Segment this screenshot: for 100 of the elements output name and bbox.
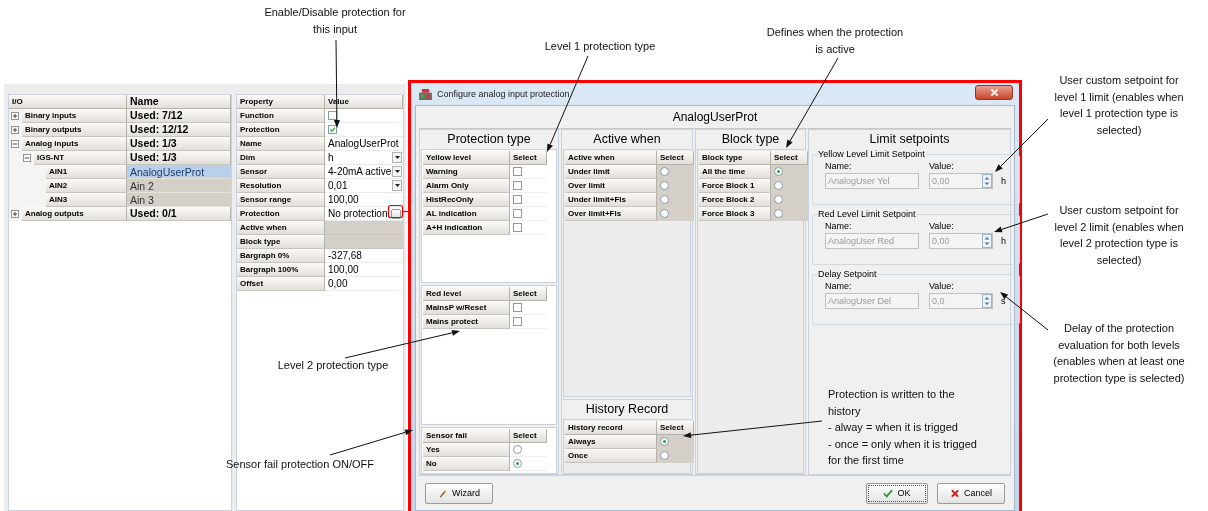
annotation-text: Protection is written to the history - alway = when it is trigged - once = only when it is trigged for the first time	[828, 387, 978, 468]
ok-button[interactable]: OK	[866, 482, 928, 504]
field-label: Value:	[929, 281, 955, 291]
checkbox[interactable]	[513, 223, 522, 232]
field-label: Name:	[825, 161, 853, 171]
tree-item[interactable]: Binary inputs	[22, 109, 127, 123]
radio-button[interactable]	[660, 437, 669, 446]
property-value[interactable]: AnalogUserProt	[325, 137, 403, 151]
radio-button[interactable]	[774, 167, 783, 176]
spin-arrows-icon[interactable]	[982, 234, 992, 248]
tree-item[interactable]: AIN1	[46, 165, 127, 179]
annotation-text: Enable/Disable protection for this input	[263, 5, 407, 37]
wand-icon	[438, 488, 448, 498]
spin-arrows-icon[interactable]	[982, 294, 992, 308]
annotation-text: Sensor fail protection ON/OFF	[225, 457, 375, 472]
radio-button[interactable]	[774, 209, 783, 218]
close-icon	[989, 88, 999, 97]
annotation-text: User custom setpoint for level 2 limit (enables when level 2 protection type is selected)	[1053, 203, 1185, 268]
checkbox[interactable]	[513, 195, 522, 204]
option-label: Force Block 3	[699, 207, 771, 221]
option-label: A+H indication	[423, 221, 510, 235]
property-label: Resolution	[237, 179, 325, 193]
checkbox[interactable]	[513, 303, 522, 312]
radio-button[interactable]	[660, 209, 669, 218]
checkbox[interactable]	[513, 317, 522, 326]
collapse-icon[interactable]	[23, 154, 31, 162]
radio-button[interactable]	[660, 181, 669, 190]
tree-item[interactable]: Analog inputs	[22, 137, 127, 151]
checkbox[interactable]	[328, 125, 337, 134]
radio-button[interactable]	[774, 195, 783, 204]
tree-item[interactable]: Analog outputs	[22, 207, 127, 221]
option-label: Yes	[423, 443, 510, 457]
caret-icon	[394, 156, 400, 159]
radio-button[interactable]	[513, 459, 522, 468]
option-label: Once	[565, 449, 657, 463]
column-header[interactable]: Name	[127, 95, 231, 109]
tree-item[interactable]: Binary outputs	[22, 123, 127, 137]
property-label: Block type	[237, 235, 325, 249]
table-cell[interactable]: Ain 2	[127, 179, 231, 193]
checkbox[interactable]	[328, 111, 337, 120]
table-cell: Used: 12/12	[127, 123, 231, 137]
dropdown-field[interactable]: 0,01	[325, 179, 403, 193]
caret-icon	[394, 170, 400, 173]
radio-button[interactable]	[660, 451, 669, 460]
column-header[interactable]: I/O	[9, 95, 127, 109]
property-label: Dim	[237, 151, 325, 165]
property-label: Sensor	[237, 165, 325, 179]
column-header: History record	[565, 421, 657, 435]
tree-item[interactable]: IGS-NT	[34, 151, 127, 165]
option-label: HistRecOnly	[423, 193, 510, 207]
column-header: Yellow level	[423, 151, 510, 165]
column-header[interactable]: Property	[237, 95, 325, 109]
property-label: Bargraph 0%	[237, 249, 325, 263]
checkbox[interactable]	[513, 167, 522, 176]
section-title: Limit setpoints	[868, 131, 951, 147]
dropdown-button[interactable]	[392, 166, 402, 177]
property-value[interactable]: 100,00	[325, 263, 403, 277]
checkbox[interactable]	[513, 181, 522, 190]
expand-icon[interactable]	[11, 112, 19, 120]
property-label: Protection	[237, 123, 325, 137]
dropdown-button[interactable]	[392, 180, 402, 191]
property-value: No protection	[328, 206, 389, 221]
expand-icon[interactable]	[11, 126, 19, 134]
column-header: Red level	[423, 287, 510, 301]
radio-button[interactable]	[774, 181, 783, 190]
dropdown-field[interactable]: h	[325, 151, 403, 165]
property-value[interactable]: 100,00	[325, 193, 403, 207]
edit-button[interactable]	[391, 208, 401, 219]
radio-button[interactable]	[660, 167, 669, 176]
tree-item[interactable]: AIN3	[46, 193, 127, 207]
option-label: Force Block 2	[699, 193, 771, 207]
collapse-icon[interactable]	[11, 140, 19, 148]
dropdown-field[interactable]: 4-20mA active	[325, 165, 403, 179]
wizard-button[interactable]: Wizard	[425, 482, 493, 504]
option-label: Alarm Only	[423, 179, 510, 193]
table-cell[interactable]: AnalogUserProt	[127, 165, 231, 179]
expand-icon[interactable]	[11, 210, 19, 218]
cancel-button[interactable]: Cancel	[937, 482, 1005, 504]
dropdown-button[interactable]	[392, 152, 402, 163]
tree-item[interactable]: AIN2	[46, 179, 127, 193]
close-button[interactable]	[975, 85, 1013, 100]
annotation-text: Delay of the protection evaluation for both levels (enables when at least one protection type is selected)	[1052, 321, 1186, 386]
group-title: Yellow Level Limit Setpoint	[817, 149, 926, 159]
option-label: AL indication	[423, 207, 510, 221]
property-value[interactable]: 0,00	[325, 277, 403, 291]
option-label: MainsP w/Reset	[423, 301, 510, 315]
checkbox[interactable]	[513, 209, 522, 218]
annotation-text: User custom setpoint for level 1 limit (enables when level 1 protection type is selected)	[1053, 73, 1185, 138]
option-label: All the time	[699, 165, 771, 179]
field-label: Name:	[825, 221, 853, 231]
table-cell[interactable]: Ain 3	[127, 193, 231, 207]
property-value[interactable]: -327,68	[325, 249, 403, 263]
radio-button[interactable]	[513, 445, 522, 454]
spin-arrows-icon[interactable]	[982, 174, 992, 188]
property-label: Function	[237, 109, 325, 123]
option-label: Warning	[423, 165, 510, 179]
property-label: Offset	[237, 277, 325, 291]
section-title: Protection type	[446, 131, 532, 147]
radio-button[interactable]	[660, 195, 669, 204]
field-label: Name:	[825, 281, 853, 291]
